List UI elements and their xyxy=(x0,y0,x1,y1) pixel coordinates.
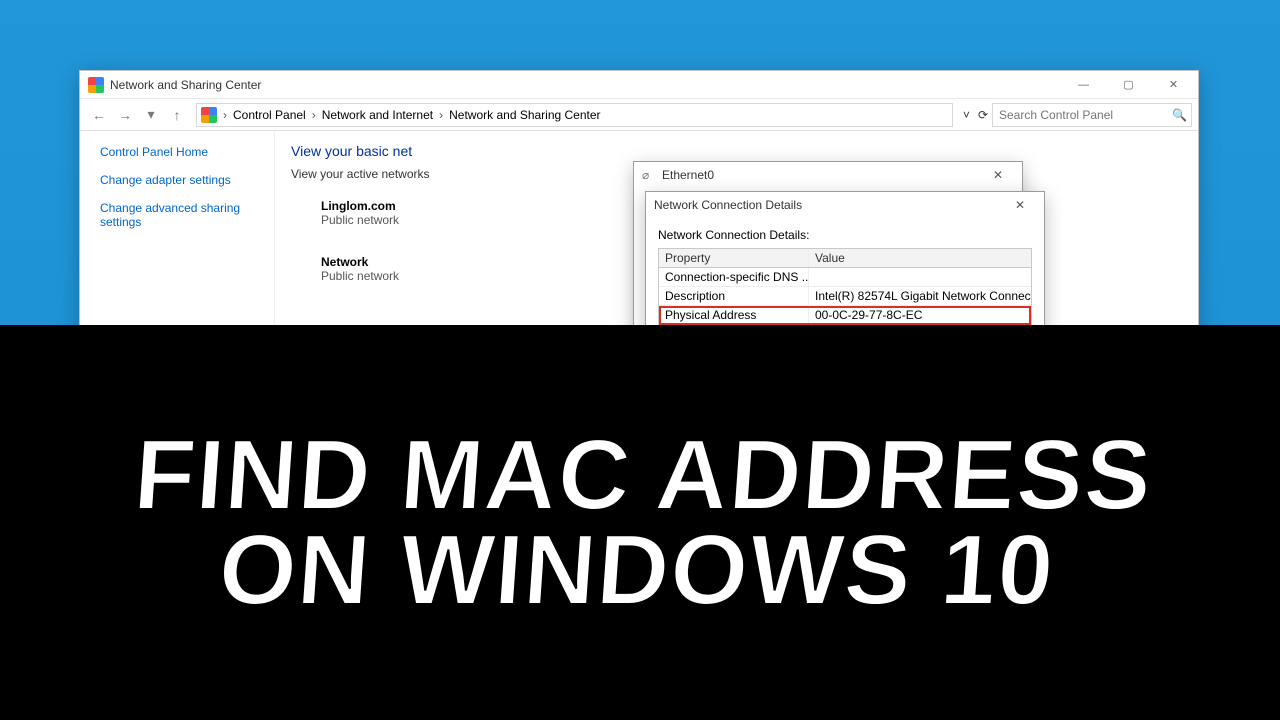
details-dialog-close-button[interactable]: ✕ xyxy=(1000,193,1040,217)
details-row[interactable]: DescriptionIntel(R) 82574L Gigabit Netwo… xyxy=(659,287,1031,306)
details-cell-property: Connection-specific DNS ... xyxy=(659,268,809,286)
col-header-property: Property xyxy=(659,249,809,267)
up-level-button[interactable]: ↑ xyxy=(165,103,189,127)
details-dialog-titlebar: Network Connection Details ✕ xyxy=(646,192,1044,218)
minimize-button[interactable]: — xyxy=(1061,71,1106,99)
close-button[interactable]: ✕ xyxy=(1151,71,1196,99)
search-box[interactable]: 🔍 xyxy=(992,103,1192,127)
sidebar-link-adapter[interactable]: Change adapter settings xyxy=(100,173,262,187)
status-dialog-titlebar: ⌀ Ethernet0 ✕ xyxy=(634,162,1022,188)
details-row[interactable]: Physical Address00-0C-29-77-8C-EC xyxy=(659,306,1031,325)
up-button[interactable]: ▾ xyxy=(139,103,163,127)
chevron-right-icon: › xyxy=(221,108,229,122)
chevron-right-icon: › xyxy=(437,108,445,122)
col-header-value: Value xyxy=(809,249,1031,267)
sidebar-link-sharing[interactable]: Change advanced sharing settings xyxy=(100,201,262,229)
details-label: Network Connection Details: xyxy=(658,228,1032,242)
chevron-right-icon: › xyxy=(310,108,318,122)
dropdown-button[interactable]: ˅ xyxy=(959,108,974,122)
breadcrumb-icon xyxy=(201,107,217,123)
breadcrumb[interactable]: › Control Panel › Network and Internet ›… xyxy=(196,103,953,127)
status-dialog-title: Ethernet0 xyxy=(662,168,978,182)
refresh-button[interactable]: ⟳ xyxy=(974,108,992,122)
details-cell-property: Description xyxy=(659,287,809,305)
page-heading: View your basic net xyxy=(291,143,1182,159)
maximize-button[interactable]: ▢ xyxy=(1106,71,1151,99)
back-button[interactable]: ← xyxy=(87,103,111,127)
status-dialog-close-button[interactable]: ✕ xyxy=(978,163,1018,187)
window-title: Network and Sharing Center xyxy=(110,78,1061,92)
title-bar: Network and Sharing Center — ▢ ✕ xyxy=(80,71,1198,99)
caption-text: Find MAC Address on Windows 10 xyxy=(124,428,1155,618)
search-icon[interactable]: 🔍 xyxy=(1172,108,1187,122)
breadcrumb-seg[interactable]: Control Panel xyxy=(229,108,310,122)
ethernet-icon: ⌀ xyxy=(642,168,656,182)
control-panel-icon xyxy=(88,77,104,93)
breadcrumb-seg[interactable]: Network and Sharing Center xyxy=(445,108,604,122)
details-row[interactable]: Connection-specific DNS ... xyxy=(659,268,1031,287)
breadcrumb-seg[interactable]: Network and Internet xyxy=(318,108,437,122)
forward-button[interactable]: → xyxy=(113,103,137,127)
sidebar-link-home[interactable]: Control Panel Home xyxy=(100,145,262,159)
nav-row: ← → ▾ ↑ › Control Panel › Network and In… xyxy=(80,99,1198,131)
details-cell-property: Physical Address xyxy=(659,306,809,324)
details-dialog-title: Network Connection Details xyxy=(654,198,1000,212)
details-grid-header: Property Value xyxy=(659,249,1031,268)
details-cell-value xyxy=(809,268,1031,286)
details-cell-value: Intel(R) 82574L Gigabit Network Connecti xyxy=(809,287,1031,305)
search-input[interactable] xyxy=(997,107,1172,123)
details-cell-value: 00-0C-29-77-8C-EC xyxy=(809,306,1031,324)
caption-overlay: Find MAC Address on Windows 10 xyxy=(0,325,1280,720)
